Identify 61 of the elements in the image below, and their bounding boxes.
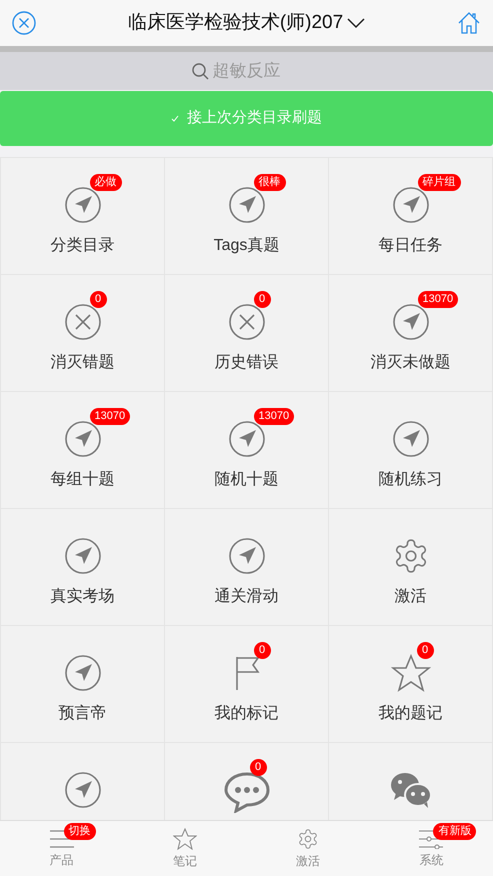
title-dropdown[interactable]: 临床医学检验技术(师)207	[128, 8, 344, 38]
menu-tile[interactable]: 通关滑动	[165, 509, 329, 626]
tile-label: Tags真题	[214, 236, 280, 256]
tile-label: 消灭错题	[50, 352, 114, 373]
tile-label: 历史错误	[214, 352, 278, 373]
count-badge: 0	[254, 291, 270, 308]
menu-tile[interactable]: 0 消灭错题	[1, 275, 165, 392]
close-icon	[12, 11, 36, 35]
check-icon	[171, 114, 179, 122]
tile-label: 每日任务	[378, 236, 442, 256]
tile-label: 我的题记	[378, 704, 442, 724]
tile-label: 真实考场	[50, 586, 114, 607]
count-badge: 必做	[90, 174, 122, 191]
tile-label: 预言帝	[58, 704, 106, 724]
count-badge: 0	[416, 642, 434, 659]
menu-tile[interactable]: 碎片组 每日任务	[329, 158, 493, 275]
tile-label: 分类目录	[50, 236, 114, 256]
count-badge: 0	[254, 642, 270, 659]
count-badge: 13070	[90, 408, 130, 425]
tab-bar-item[interactable]: 有新版 系统	[370, 821, 493, 876]
tile-label: 随机十题	[214, 470, 278, 490]
home-button[interactable]	[457, 11, 481, 35]
tile-label: 我的标记	[214, 704, 278, 724]
count-badge: 很棒	[254, 174, 286, 191]
tile-label: 消灭未做题	[370, 352, 450, 373]
count-badge: 13070	[254, 408, 294, 425]
menu-tile[interactable]: 13070 消灭未做题	[329, 275, 493, 392]
chat-bubble-icon	[224, 771, 270, 813]
star-icon	[172, 828, 197, 850]
search-field[interactable]: 超敏反应	[212, 58, 302, 84]
menu-tile[interactable]: 0 我的标记	[165, 626, 329, 743]
chevron-down-icon	[347, 17, 366, 29]
menu-tile[interactable]: 真实考场	[1, 509, 165, 626]
chat-bubbles-icon	[390, 771, 432, 809]
menu-tile[interactable]: 13070 每组十题	[1, 392, 165, 509]
count-badge: 0	[90, 291, 106, 308]
tile-label: 通关滑动	[214, 586, 278, 607]
tab-bar-item[interactable]: 切换 产品	[0, 821, 124, 876]
close-circle-icon	[228, 303, 266, 341]
search-icon	[190, 62, 208, 80]
menu-tile[interactable]: 0 我的题记	[329, 626, 493, 743]
home-icon	[457, 11, 481, 35]
menu-tile[interactable]: 激活	[329, 509, 493, 626]
settings-icon	[297, 828, 320, 850]
tile-label: 每组十题	[50, 470, 114, 490]
count-badge: 0	[250, 759, 266, 776]
count-badge: 碎片组	[418, 174, 460, 191]
close-circle-icon	[64, 303, 102, 341]
menu-tile[interactable]: 随机练习	[329, 392, 493, 509]
count-badge: 13070	[418, 291, 458, 308]
menu-tile[interactable]: 13070 随机十题	[165, 392, 329, 509]
menu-tile[interactable]: 0 历史错误	[165, 275, 329, 392]
tile-label: 激活	[394, 587, 426, 607]
tab-badge: 切换	[64, 822, 96, 840]
menu-tile[interactable]: 必做 分类目录	[1, 158, 165, 275]
menu-tile[interactable]: 预言帝	[1, 626, 165, 743]
star-icon	[390, 654, 430, 692]
tile-label: 随机练习	[378, 470, 442, 490]
menu-tile[interactable]: 很棒 Tags真题	[165, 158, 329, 275]
close-button[interactable]	[12, 11, 36, 35]
tab-badge: 有新版	[433, 822, 476, 840]
